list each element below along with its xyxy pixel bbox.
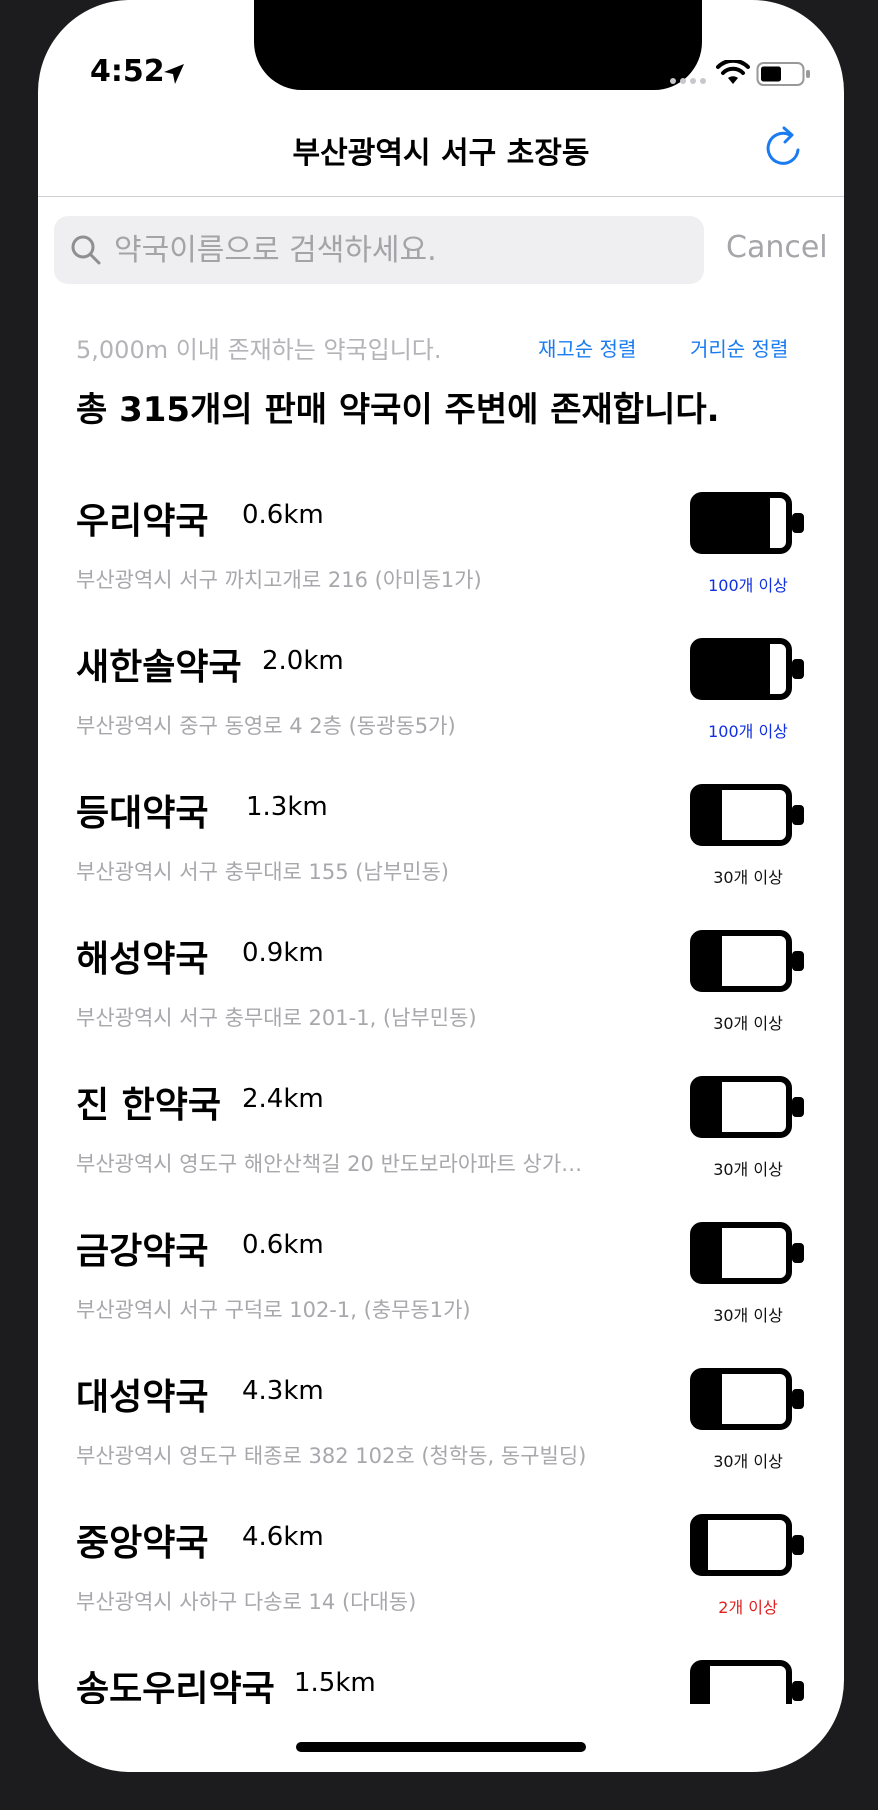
search-icon xyxy=(71,235,101,265)
pharmacy-row[interactable]: 등대약국 1.3km 부산광역시 서구 충무대로 155 (남부민동) 30개 … xyxy=(38,758,844,904)
battery-status-icon xyxy=(756,62,810,86)
stock-label: 100개 이상 xyxy=(708,576,788,595)
pharmacy-name: 진 한약국 xyxy=(76,1085,222,1126)
pharmacy-distance: 4.6km xyxy=(242,1522,324,1552)
stock-battery-icon xyxy=(690,1368,804,1430)
pharmacy-row[interactable]: 해성약국 0.9km 부산광역시 서구 충무대로 201-1, (남부민동) 3… xyxy=(38,904,844,1050)
pharmacy-address: 부산광역시 영도구 해안산책길 20 반도보라아파트 상가… xyxy=(76,1152,583,1176)
pharmacy-address: 부산광역시 서구 충무대로 155 (남부민동) xyxy=(76,860,449,884)
phone-screen: 4:52 부산광역시 서구 초장동 약국이름으로 검색하세요. Cancel 5… xyxy=(38,0,844,1772)
pharmacy-row[interactable]: 송도우리약국 1.5km xyxy=(38,1634,844,1704)
pharmacy-distance: 2.0km xyxy=(262,646,344,676)
pharmacy-distance: 1.5km xyxy=(294,1668,376,1698)
cancel-button[interactable]: Cancel xyxy=(726,230,828,265)
sort-by-stock-button[interactable]: 재고순 정렬 xyxy=(538,333,636,362)
pharmacy-name: 해성약국 xyxy=(76,939,209,980)
status-time: 4:52 xyxy=(90,54,165,89)
stock-battery-icon xyxy=(690,1514,804,1576)
pharmacy-distance: 2.4km xyxy=(242,1084,324,1114)
pharmacy-address: 부산광역시 중구 동영로 4 2층 (동광동5가) xyxy=(76,714,456,738)
nav-title: 부산광역시 서구 초장동 xyxy=(292,136,590,171)
stock-label: 30개 이상 xyxy=(713,1452,783,1471)
pharmacy-row[interactable]: 우리약국 0.6km 부산광역시 서구 까치고개로 216 (아미동1가) 10… xyxy=(38,466,844,612)
pharmacy-address: 부산광역시 서구 까치고개로 216 (아미동1가) xyxy=(76,568,482,592)
pharmacy-name: 대성약국 xyxy=(76,1377,209,1418)
pharmacy-list[interactable]: 우리약국 0.6km 부산광역시 서구 까치고개로 216 (아미동1가) 10… xyxy=(38,466,844,1704)
search-bar[interactable] xyxy=(54,216,704,284)
location-arrow-icon xyxy=(164,64,184,84)
pharmacy-distance: 0.6km xyxy=(242,1230,324,1260)
stock-label: 30개 이상 xyxy=(713,1014,783,1033)
wifi-icon xyxy=(716,60,750,84)
home-indicator[interactable] xyxy=(296,1742,586,1752)
pharmacy-address: 부산광역시 서구 충무대로 201-1, (남부민동) xyxy=(76,1006,477,1030)
pharmacy-address: 부산광역시 영도구 태종로 382 102호 (청학동, 동구빌딩) xyxy=(76,1444,587,1468)
pharmacy-row[interactable]: 진 한약국 2.4km 부산광역시 영도구 해안산책길 20 반도보라아파트 상… xyxy=(38,1050,844,1196)
notch xyxy=(254,0,702,90)
stock-battery-icon xyxy=(690,492,804,554)
pharmacy-name: 금강약국 xyxy=(76,1231,209,1272)
stock-label: 100개 이상 xyxy=(708,722,788,741)
pharmacy-name: 우리약국 xyxy=(76,501,209,542)
stock-battery-icon xyxy=(690,638,804,700)
stock-label: 30개 이상 xyxy=(713,1160,783,1179)
pharmacy-row[interactable]: 대성약국 4.3km 부산광역시 영도구 태종로 382 102호 (청학동, … xyxy=(38,1342,844,1488)
nav-divider xyxy=(38,196,844,197)
pharmacy-address: 부산광역시 서구 구덕로 102-1, (충무동1가) xyxy=(76,1298,471,1322)
stock-battery-icon xyxy=(690,1076,804,1138)
pharmacy-distance: 0.9km xyxy=(242,938,324,968)
radius-note: 5,000m 이내 존재하는 약국입니다. xyxy=(76,336,442,364)
pharmacy-name: 송도우리약국 xyxy=(76,1669,275,1704)
pharmacy-address: 부산광역시 사하구 다송로 14 (다대동) xyxy=(76,1590,417,1614)
pharmacy-distance: 4.3km xyxy=(242,1376,324,1406)
stock-battery-icon xyxy=(690,1660,804,1704)
stock-battery-icon xyxy=(690,784,804,846)
stock-label: 30개 이상 xyxy=(713,1306,783,1325)
total-count-text: 총 315개의 판매 약국이 주변에 존재합니다. xyxy=(76,390,720,430)
pharmacy-row[interactable]: 중앙약국 4.6km 부산광역시 사하구 다송로 14 (다대동) 2개 이상 xyxy=(38,1488,844,1634)
stock-battery-icon xyxy=(690,930,804,992)
pharmacy-name: 중앙약국 xyxy=(76,1523,209,1564)
sort-by-distance-button[interactable]: 거리순 정렬 xyxy=(690,333,788,362)
cellular-signal-icon xyxy=(670,78,706,84)
stock-label: 30개 이상 xyxy=(713,868,783,887)
pharmacy-name: 새한솔약국 xyxy=(76,647,242,688)
refresh-icon[interactable] xyxy=(760,124,808,172)
device-bezel: 4:52 부산광역시 서구 초장동 약국이름으로 검색하세요. Cancel 5… xyxy=(0,0,878,1810)
pharmacy-distance: 0.6km xyxy=(242,500,324,530)
stock-battery-icon xyxy=(690,1222,804,1284)
pharmacy-distance: 1.3km xyxy=(246,792,328,822)
search-input[interactable] xyxy=(114,232,674,268)
stock-label: 2개 이상 xyxy=(718,1598,778,1617)
pharmacy-row[interactable]: 새한솔약국 2.0km 부산광역시 중구 동영로 4 2층 (동광동5가) 10… xyxy=(38,612,844,758)
pharmacy-row[interactable]: 금강약국 0.6km 부산광역시 서구 구덕로 102-1, (충무동1가) 3… xyxy=(38,1196,844,1342)
pharmacy-name: 등대약국 xyxy=(76,793,209,834)
